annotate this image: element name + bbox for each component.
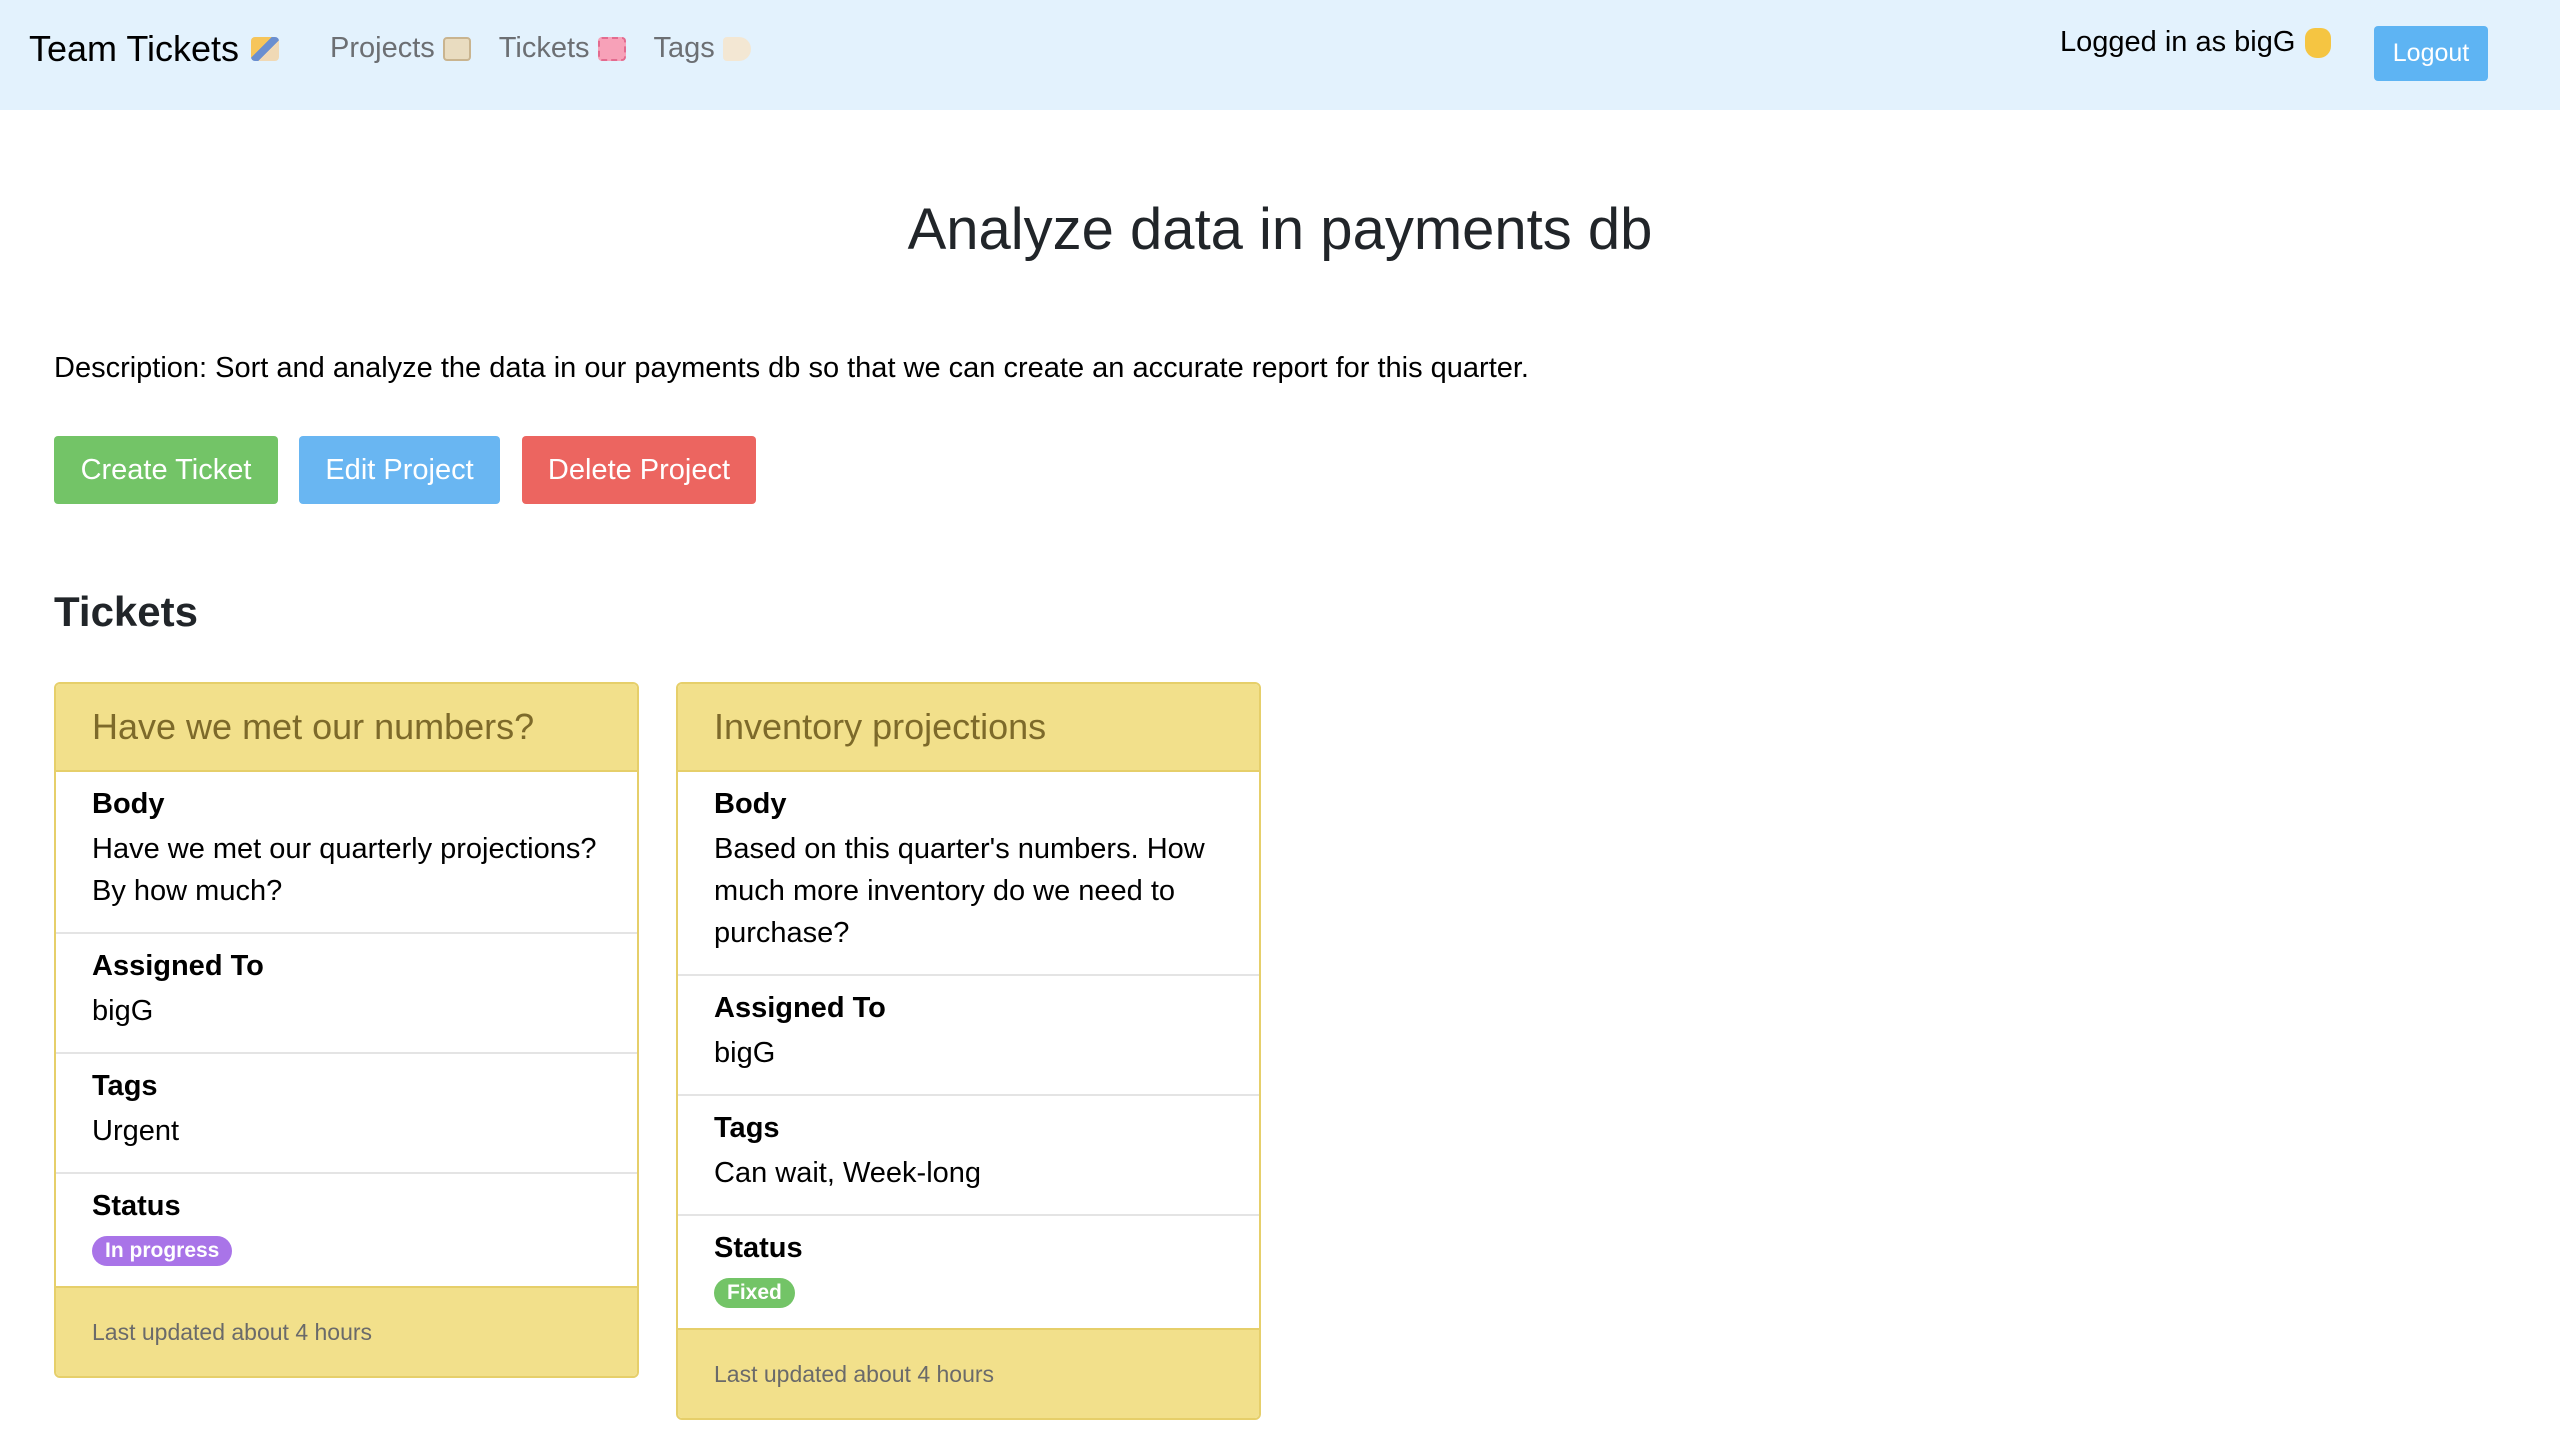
- ticket-status-row: Status In progress: [56, 1174, 637, 1288]
- hand-icon: [2305, 27, 2332, 58]
- nav-link-label: Tags: [653, 32, 715, 64]
- nav-link-label: Tickets: [498, 32, 590, 64]
- pencil-icon: [251, 37, 280, 61]
- nav-links: Projects Tickets Tags: [330, 32, 751, 65]
- assigned-label: Assigned To: [92, 950, 264, 982]
- tags-label: Tags: [714, 1112, 780, 1144]
- ticket-icon: [597, 36, 626, 61]
- nav-link-tickets[interactable]: Tickets: [499, 32, 626, 65]
- ticket-title[interactable]: Have we met our numbers?: [56, 684, 637, 772]
- ticket-card: Inventory projections Body Based on this…: [676, 682, 1261, 1420]
- tags-value: Urgent: [92, 1115, 180, 1147]
- tickets-section-title: Tickets: [54, 588, 198, 635]
- folder-icon: [442, 36, 471, 61]
- delete-project-button[interactable]: Delete Project: [522, 436, 756, 504]
- body-label: Body: [92, 788, 165, 820]
- ticket-title[interactable]: Inventory projections: [678, 684, 1259, 772]
- navbar: Team Tickets Projects Tickets Tags Logge…: [0, 0, 2560, 110]
- ticket-tags-row: Tags Urgent: [56, 1054, 637, 1174]
- edit-project-button[interactable]: Edit Project: [299, 436, 500, 504]
- nav-link-label: Projects: [330, 32, 435, 64]
- ticket-footer: Last updated about 4 hours: [56, 1288, 637, 1376]
- brand[interactable]: Team Tickets: [29, 28, 280, 70]
- assigned-label: Assigned To: [714, 992, 886, 1024]
- ticket-status-row: Status Fixed: [678, 1216, 1259, 1330]
- body-value: Based on this quarter's numbers. How muc…: [714, 833, 1205, 949]
- tag-icon: [722, 36, 751, 61]
- page-title: Analyze data in payments db: [907, 197, 1653, 262]
- assigned-value: bigG: [714, 1037, 776, 1069]
- status-badge: Fixed: [714, 1278, 795, 1308]
- brand-label: Team Tickets: [29, 28, 240, 69]
- ticket-body-row: Body Have we met our quarterly projectio…: [56, 772, 637, 934]
- tags-label: Tags: [92, 1070, 158, 1102]
- ticket-card: Have we met our numbers? Body Have we me…: [54, 682, 639, 1378]
- status-label: Status: [714, 1232, 803, 1264]
- status-badge: In progress: [92, 1236, 233, 1266]
- project-description: Description: Sort and analyze the data i…: [54, 352, 1529, 384]
- ticket-tags-row: Tags Can wait, Week-long: [678, 1096, 1259, 1216]
- status-label: Status: [92, 1190, 181, 1222]
- logged-in-text: Logged in as bigG: [2060, 26, 2332, 59]
- nav-link-tags[interactable]: Tags: [654, 32, 751, 65]
- user-status: Logged in as bigG: [2060, 26, 2332, 59]
- logged-in-label: Logged in as bigG: [2060, 26, 2296, 58]
- ticket-footer: Last updated about 4 hours: [678, 1330, 1259, 1418]
- ticket-body-row: Body Based on this quarter's numbers. Ho…: [678, 772, 1259, 976]
- create-ticket-button[interactable]: Create Ticket: [54, 436, 278, 504]
- ticket-assigned-row: Assigned To bigG: [678, 976, 1259, 1096]
- tags-value: Can wait, Week-long: [714, 1157, 982, 1189]
- logout-button[interactable]: Logout: [2374, 26, 2488, 81]
- ticket-assigned-row: Assigned To bigG: [56, 934, 637, 1054]
- assigned-value: bigG: [92, 995, 154, 1027]
- nav-link-projects[interactable]: Projects: [330, 32, 471, 65]
- body-label: Body: [714, 788, 787, 820]
- body-value: Have we met our quarterly projections? B…: [92, 833, 597, 907]
